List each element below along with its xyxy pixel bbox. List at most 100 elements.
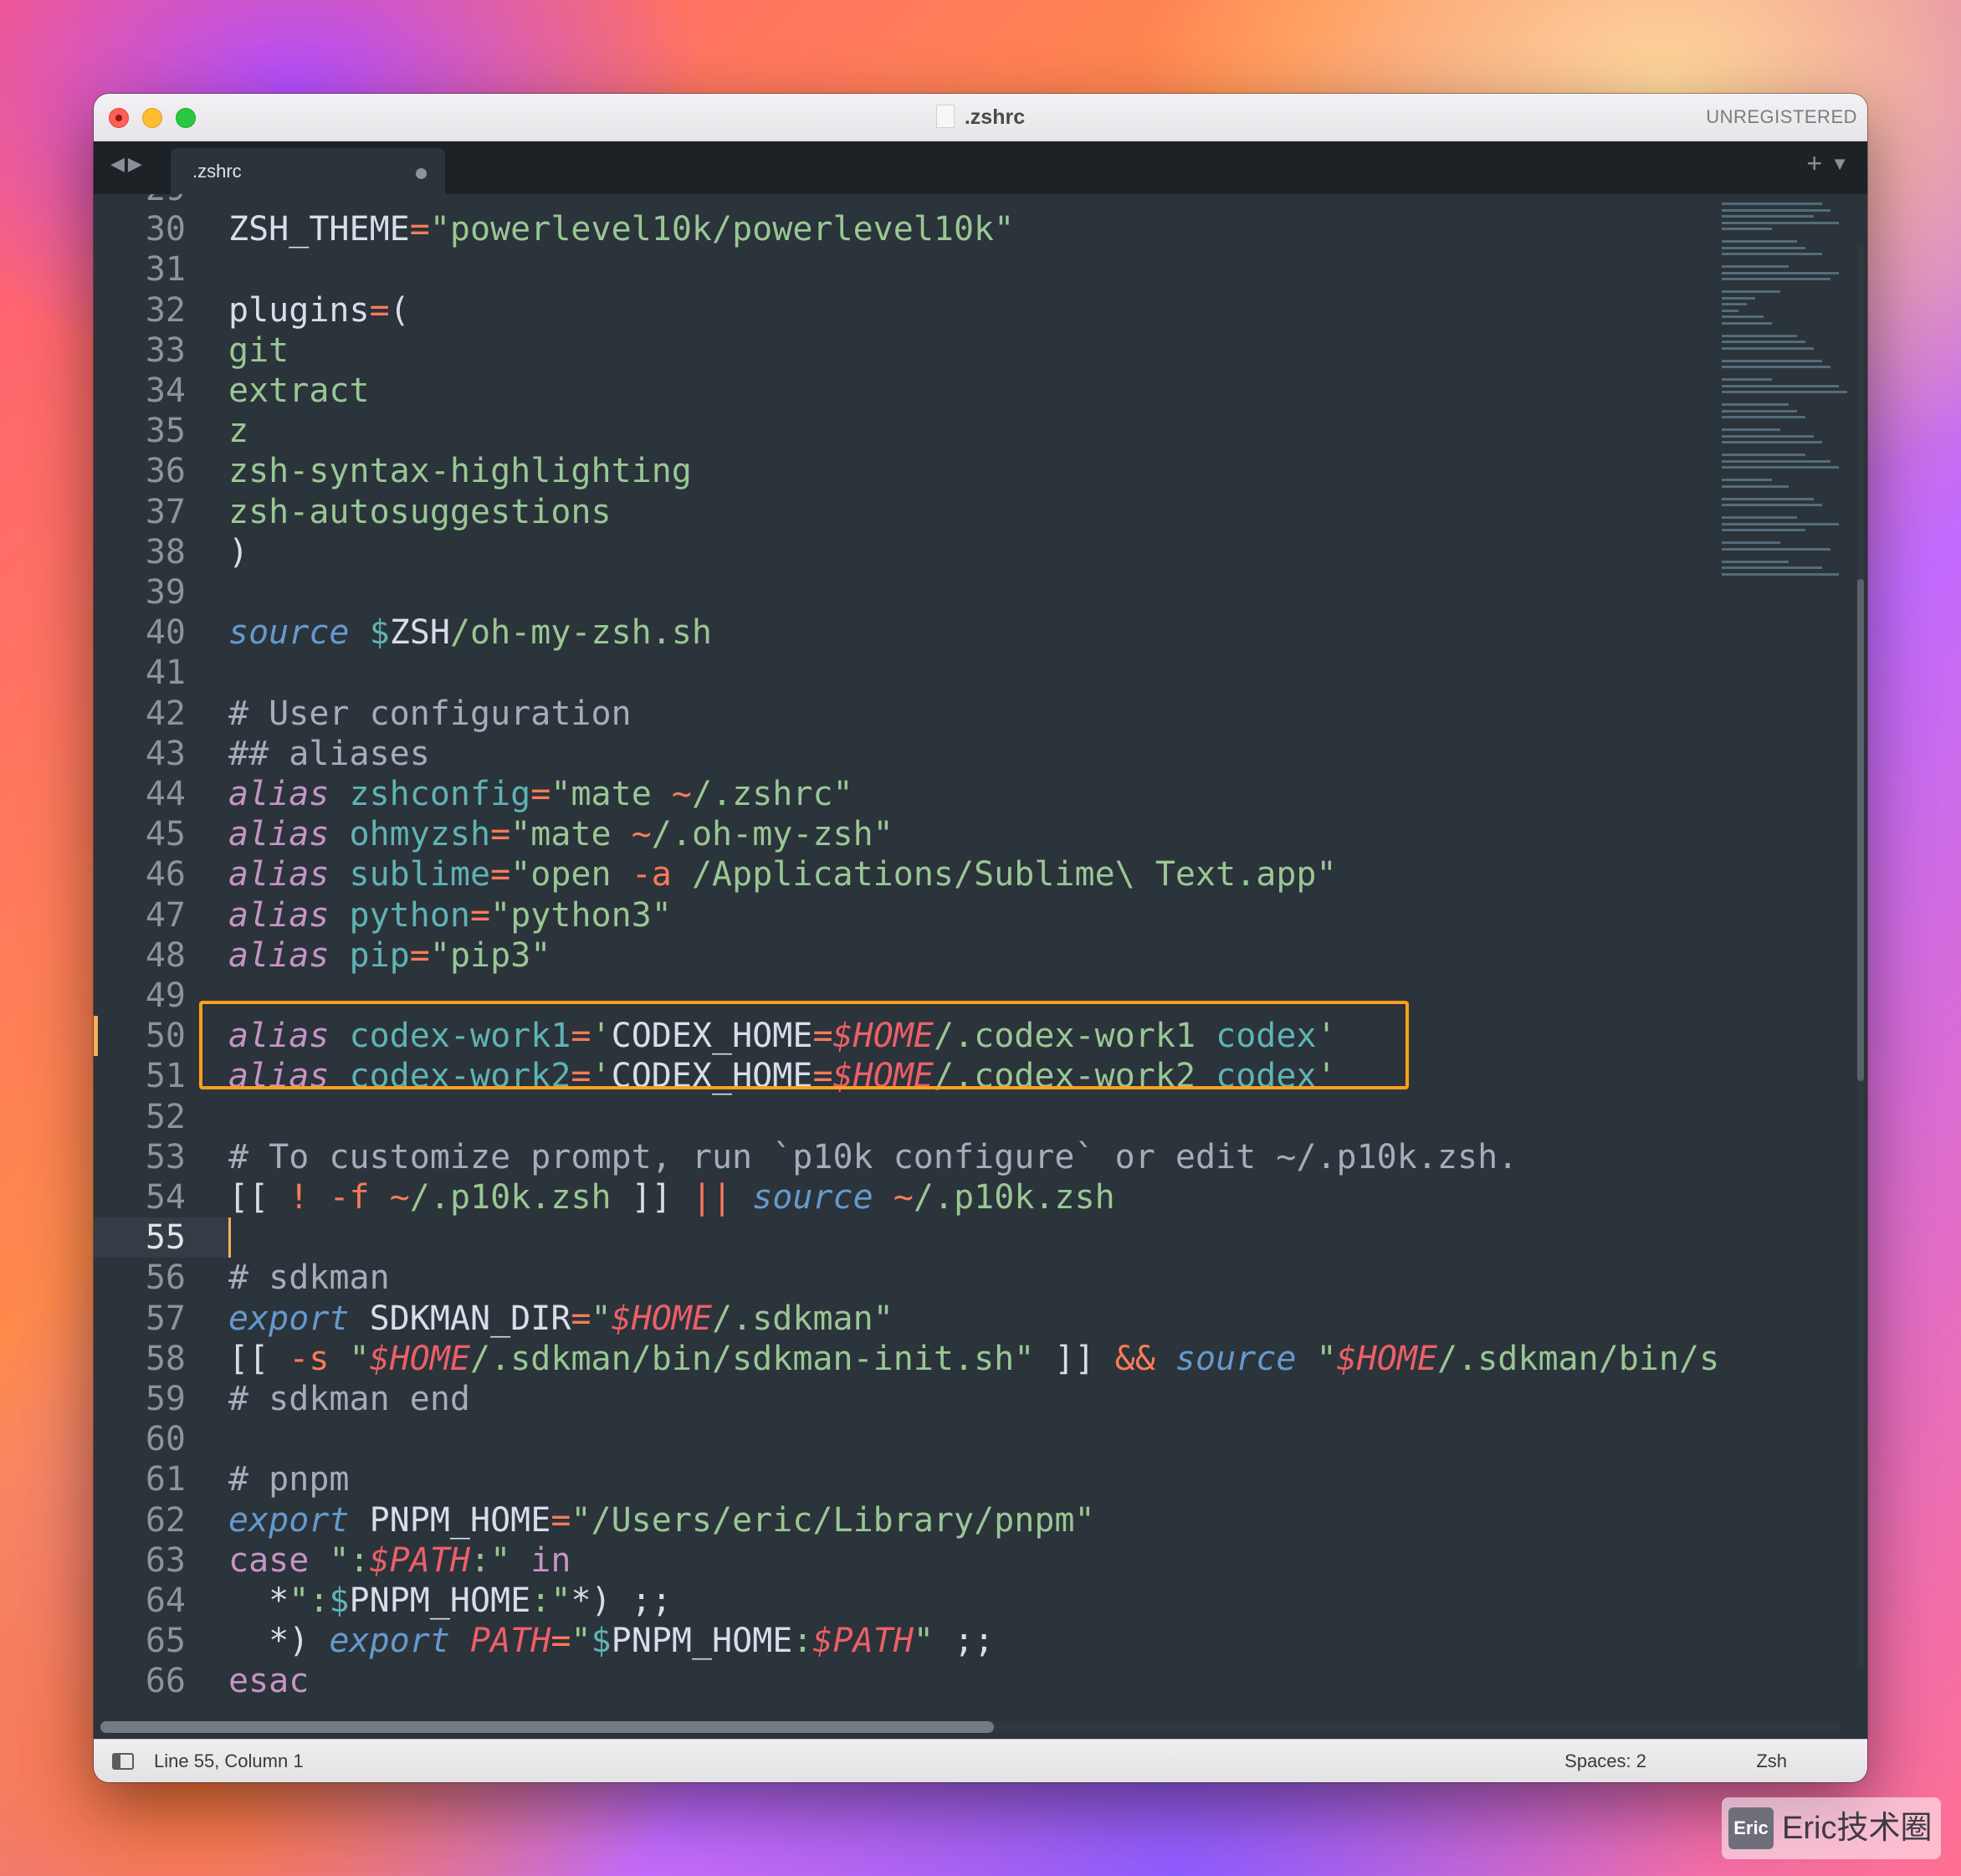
minimap-line <box>1722 315 1764 318</box>
line-number: 60 <box>145 1420 186 1459</box>
code-line[interactable]: 54 [[ ! -f ~/.p10k.zsh ]] || source ~/.p1… <box>94 1177 1767 1217</box>
minimap-line <box>1722 334 1797 337</box>
tab-zshrc[interactable]: .zshrc <box>171 148 445 194</box>
code-text: z <box>228 412 249 451</box>
unsaved-dot-icon[interactable] <box>416 168 427 179</box>
code-line[interactable]: 66 esac <box>94 1661 1767 1701</box>
minimap-line <box>1722 541 1780 544</box>
minimap-line <box>1722 366 1830 368</box>
code-text: *) export PATH="$PNPM_HOME:$PATH" ;; <box>228 1622 995 1661</box>
minimap-line <box>1722 479 1772 481</box>
indentation-setting[interactable]: Spaces: 2 <box>1564 1740 1646 1782</box>
code-text: alias sublime="open -a /Applications/Sub… <box>228 855 1337 894</box>
code-line[interactable]: 48 alias pip="pip3" <box>94 935 1767 976</box>
code-line[interactable]: 43 ## aliases <box>94 734 1767 774</box>
code-line[interactable]: 30 ZSH_THEME="powerlevel10k/powerlevel10k… <box>94 209 1767 249</box>
code-line[interactable]: 34 extract <box>94 371 1767 411</box>
code-line[interactable]: 56 # sdkman <box>94 1258 1767 1298</box>
minimap-line <box>1722 516 1797 519</box>
code-line[interactable]: 33 git <box>94 331 1767 371</box>
code-line[interactable]: 59 # sdkman end <box>94 1379 1767 1419</box>
line-number: 34 <box>145 372 186 410</box>
minimap-line <box>1722 202 1822 205</box>
code-text: git <box>228 331 289 370</box>
code-text: plugins=( <box>228 290 410 330</box>
code-line[interactable]: 36 zsh-syntax-highlighting <box>94 451 1767 491</box>
license-status: UNREGISTERED <box>1706 106 1857 127</box>
line-number: 48 <box>145 935 186 975</box>
line-number: 42 <box>145 694 186 733</box>
code-line[interactable]: 61 # pnpm <box>94 1459 1767 1499</box>
code-line[interactable]: 62 export PNPM_HOME="/Users/eric/Library/… <box>94 1500 1767 1540</box>
minimap-line <box>1722 228 1772 230</box>
line-number: 32 <box>145 290 186 330</box>
code-line[interactable]: 40 source $ZSH/oh-my-zsh.sh <box>94 613 1767 653</box>
code-line[interactable]: 53 # To customize prompt, run `p10k confi… <box>94 1137 1767 1177</box>
tab-menu-chevron-down-icon[interactable]: ▼ <box>1830 153 1849 175</box>
code-line[interactable]: 37 zsh-autosuggestions <box>94 492 1767 532</box>
code-line[interactable]: 60 <box>94 1419 1767 1459</box>
line-number: 65 <box>145 1622 186 1661</box>
line-number: 45 <box>145 815 186 854</box>
minimap-line <box>1722 378 1772 381</box>
minimap-line <box>1722 246 1805 249</box>
code-line[interactable]: 45 alias ohmyzsh="mate ~/.oh-my-zsh" <box>94 814 1767 854</box>
code-line[interactable]: 42 # User configuration <box>94 694 1767 734</box>
code-line[interactable]: 64 *":$PNPM_HOME:"*) ;; <box>94 1581 1767 1621</box>
line-number: 54 <box>145 1178 186 1217</box>
code-line[interactable]: 35 z <box>94 411 1767 451</box>
vertical-scrollbar-thumb[interactable] <box>1857 579 1864 1081</box>
code-text: alias python="python3" <box>228 895 672 935</box>
code-text: ## aliases <box>228 734 430 773</box>
line-number: 36 <box>145 452 186 491</box>
minimap-line <box>1722 253 1822 255</box>
tab-bar: ◀▶ .zshrc + ▼ <box>94 141 1867 194</box>
minimap[interactable] <box>1715 194 1847 1717</box>
tab-navigation-arrows[interactable]: ◀▶ <box>110 153 146 175</box>
code-line[interactable]: 57 export SDKMAN_DIR="$HOME/.sdkman" <box>94 1299 1767 1339</box>
line-number: 59 <box>145 1380 186 1418</box>
line-number: 33 <box>145 331 186 370</box>
code-line[interactable]: 58 [[ -s "$HOME/.sdkman/bin/sdkman-init.s… <box>94 1339 1767 1379</box>
cursor-position[interactable]: Line 55, Column 1 <box>154 1740 304 1782</box>
code-text: alias ohmyzsh="mate ~/.oh-my-zsh" <box>228 815 893 854</box>
minimap-line <box>1722 504 1822 506</box>
code-text: *":$PNPM_HOME:"*) ;; <box>228 1581 672 1620</box>
line-number: 58 <box>145 1339 186 1378</box>
syntax-selector[interactable]: Zsh <box>1756 1740 1787 1782</box>
code-line[interactable]: 31 <box>94 249 1767 290</box>
code-line[interactable]: 29 <box>94 194 1767 209</box>
code-line[interactable]: 55 <box>94 1217 231 1258</box>
code-line[interactable]: 41 <box>94 653 1767 693</box>
code-line[interactable]: 65 *) export PATH="$PNPM_HOME:$PATH" ;; <box>94 1621 1767 1661</box>
code-line[interactable]: 46 alias sublime="open -a /Applications/S… <box>94 854 1767 894</box>
line-number: 56 <box>145 1258 186 1298</box>
minimap-line <box>1722 459 1830 463</box>
code-text <box>228 1217 231 1258</box>
code-line[interactable]: 63 case ":$PATH:" in <box>94 1540 1767 1581</box>
line-number: 66 <box>145 1662 186 1701</box>
line-number: 40 <box>145 613 186 653</box>
code-text: [[ ! -f ~/.p10k.zsh ]] || source ~/.p10k… <box>228 1178 1115 1217</box>
code-line[interactable]: 44 alias zshconfig="mate ~/.zshrc" <box>94 774 1767 814</box>
code-line[interactable]: 38) <box>94 532 1767 572</box>
minimap-line <box>1722 321 1772 325</box>
line-number: 57 <box>145 1299 186 1338</box>
title-bar: .zshrc UNREGISTERED <box>94 94 1867 141</box>
code-line[interactable]: 39 <box>94 572 1767 613</box>
code-line[interactable]: 32 plugins=( <box>94 290 1767 331</box>
sidebar-toggle-icon[interactable] <box>112 1753 134 1770</box>
horizontal-scrollbar-thumb[interactable] <box>100 1721 994 1733</box>
minimap-line <box>1722 566 1822 569</box>
code-line[interactable]: 52 <box>94 1097 1767 1137</box>
line-number: 51 <box>145 1057 186 1096</box>
line-number: 50 <box>145 1017 186 1056</box>
new-tab-plus-icon[interactable]: + <box>1806 148 1822 179</box>
code-text: zsh-syntax-highlighting <box>228 452 692 491</box>
minimap-line <box>1722 240 1797 243</box>
line-number: 52 <box>145 1097 186 1136</box>
line-number: 44 <box>145 775 186 813</box>
document-icon <box>935 105 955 129</box>
code-editor[interactable]: 2930 ZSH_THEME="powerlevel10k/powerlevel1… <box>94 194 1846 1717</box>
code-line[interactable]: 47 alias python="python3" <box>94 895 1767 935</box>
